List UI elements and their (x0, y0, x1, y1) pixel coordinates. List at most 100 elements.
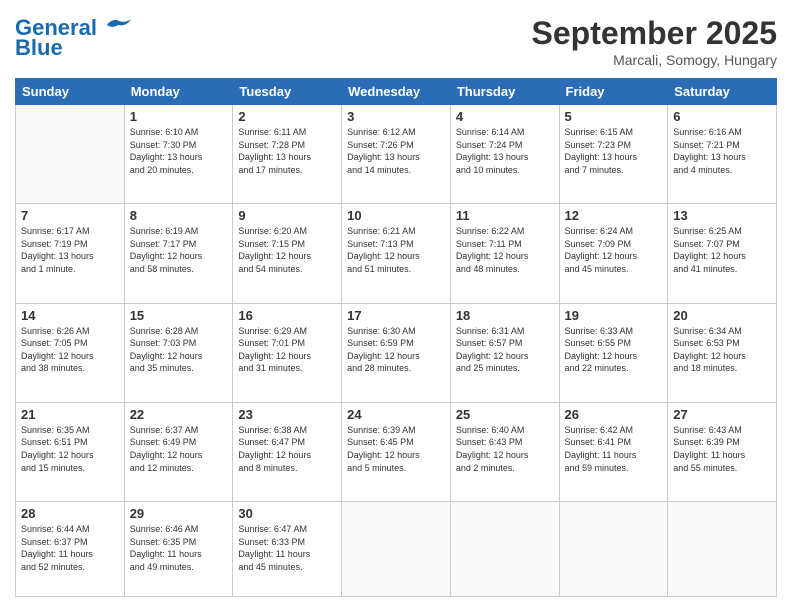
day-info: Sunrise: 6:38 AM Sunset: 6:47 PM Dayligh… (238, 424, 336, 474)
day-info: Sunrise: 6:19 AM Sunset: 7:17 PM Dayligh… (130, 225, 228, 275)
title-block: September 2025 Marcali, Somogy, Hungary (532, 15, 777, 68)
calendar-day-cell: 19Sunrise: 6:33 AM Sunset: 6:55 PM Dayli… (559, 303, 668, 402)
day-number: 28 (21, 506, 119, 521)
calendar-day-cell: 12Sunrise: 6:24 AM Sunset: 7:09 PM Dayli… (559, 204, 668, 303)
calendar-day-cell: 13 Sunrise: 6:25 AM Sunset: 7:07 PM Dayli… (668, 204, 777, 303)
day-number: 6 (673, 109, 771, 124)
day-number: 19 (565, 308, 663, 323)
month-title: September 2025 (532, 15, 777, 52)
day-number: 13 (673, 208, 771, 223)
day-number: 4 (456, 109, 554, 124)
day-info: Sunrise: 6:46 AM Sunset: 6:35 PM Dayligh… (130, 523, 228, 573)
day-info: Sunrise: 6:39 AM Sunset: 6:45 PM Dayligh… (347, 424, 445, 474)
day-info: Sunrise: 6:44 AM Sunset: 6:37 PM Dayligh… (21, 523, 119, 573)
day-info: Sunrise: 6:42 AM Sunset: 6:41 PM Dayligh… (565, 424, 663, 474)
calendar-day-cell (668, 502, 777, 597)
day-info: Sunrise: 6:35 AM Sunset: 6:51 PM Dayligh… (21, 424, 119, 474)
calendar-day-header: Sunday (16, 79, 125, 105)
calendar-day-cell: 11 Sunrise: 6:22 AM Sunset: 7:11 PM Dayli… (450, 204, 559, 303)
calendar-day-cell: 29 Sunrise: 6:46 AM Sunset: 6:35 PM Dayli… (124, 502, 233, 597)
day-number: 22 (130, 407, 228, 422)
day-info: Sunrise: 6:16 AM Sunset: 7:21 PM Dayligh… (673, 126, 771, 176)
calendar-day-cell: 21 Sunrise: 6:35 AM Sunset: 6:51 PM Dayli… (16, 402, 125, 501)
day-number: 29 (130, 506, 228, 521)
day-info: Sunrise: 6:29 AM Sunset: 7:01 PM Dayligh… (238, 325, 336, 375)
day-info: Sunrise: 6:15 AM Sunset: 7:23 PM Dayligh… (565, 126, 663, 176)
calendar-day-cell: 7 Sunrise: 6:17 AM Sunset: 7:19 PM Daylig… (16, 204, 125, 303)
calendar-day-cell: 8 Sunrise: 6:19 AM Sunset: 7:17 PM Daylig… (124, 204, 233, 303)
day-info: Sunrise: 6:26 AM Sunset: 7:05 PM Dayligh… (21, 325, 119, 375)
calendar-day-cell (16, 105, 125, 204)
day-number: 17 (347, 308, 445, 323)
day-number: 7 (21, 208, 119, 223)
logo-bird-icon (105, 15, 133, 35)
logo: General Blue (15, 15, 134, 60)
calendar-day-cell: 20 Sunrise: 6:34 AM Sunset: 6:53 PM Dayli… (668, 303, 777, 402)
day-info: Sunrise: 6:24 AM Sunset: 7:09 PM Dayligh… (565, 225, 663, 275)
day-number: 24 (347, 407, 445, 422)
day-number: 8 (130, 208, 228, 223)
calendar-day-header: Friday (559, 79, 668, 105)
day-number: 27 (673, 407, 771, 422)
day-number: 11 (456, 208, 554, 223)
calendar-day-header: Tuesday (233, 79, 342, 105)
day-info: Sunrise: 6:25 AM Sunset: 7:07 PM Dayligh… (673, 225, 771, 275)
calendar-day-cell: 5Sunrise: 6:15 AM Sunset: 7:23 PM Daylig… (559, 105, 668, 204)
day-number: 30 (238, 506, 336, 521)
day-number: 10 (347, 208, 445, 223)
day-number: 26 (565, 407, 663, 422)
day-number: 1 (130, 109, 228, 124)
calendar-day-cell: 6 Sunrise: 6:16 AM Sunset: 7:21 PM Daylig… (668, 105, 777, 204)
day-info: Sunrise: 6:14 AM Sunset: 7:24 PM Dayligh… (456, 126, 554, 176)
day-number: 16 (238, 308, 336, 323)
calendar-day-cell: 28 Sunrise: 6:44 AM Sunset: 6:37 PM Dayli… (16, 502, 125, 597)
calendar-day-cell: 24 Sunrise: 6:39 AM Sunset: 6:45 PM Dayli… (342, 402, 451, 501)
calendar-day-cell (342, 502, 451, 597)
page: General Blue September 2025 Marcali, Som… (0, 0, 792, 612)
calendar-day-header: Monday (124, 79, 233, 105)
calendar-week-row: 14 Sunrise: 6:26 AM Sunset: 7:05 PM Dayli… (16, 303, 777, 402)
calendar-day-cell: 27 Sunrise: 6:43 AM Sunset: 6:39 PM Dayli… (668, 402, 777, 501)
calendar-day-cell (450, 502, 559, 597)
day-number: 18 (456, 308, 554, 323)
day-info: Sunrise: 6:20 AM Sunset: 7:15 PM Dayligh… (238, 225, 336, 275)
calendar-day-cell: 1 Sunrise: 6:10 AM Sunset: 7:30 PM Daylig… (124, 105, 233, 204)
calendar-day-cell: 15Sunrise: 6:28 AM Sunset: 7:03 PM Dayli… (124, 303, 233, 402)
calendar-day-cell: 18Sunrise: 6:31 AM Sunset: 6:57 PM Dayli… (450, 303, 559, 402)
header: General Blue September 2025 Marcali, Som… (15, 15, 777, 68)
calendar-day-cell: 26 Sunrise: 6:42 AM Sunset: 6:41 PM Dayli… (559, 402, 668, 501)
day-number: 25 (456, 407, 554, 422)
calendar-day-cell (559, 502, 668, 597)
day-number: 20 (673, 308, 771, 323)
calendar-week-row: 21 Sunrise: 6:35 AM Sunset: 6:51 PM Dayli… (16, 402, 777, 501)
calendar-day-cell: 17 Sunrise: 6:30 AM Sunset: 6:59 PM Dayli… (342, 303, 451, 402)
calendar-week-row: 1 Sunrise: 6:10 AM Sunset: 7:30 PM Daylig… (16, 105, 777, 204)
calendar-week-row: 28 Sunrise: 6:44 AM Sunset: 6:37 PM Dayli… (16, 502, 777, 597)
day-number: 23 (238, 407, 336, 422)
day-info: Sunrise: 6:21 AM Sunset: 7:13 PM Dayligh… (347, 225, 445, 275)
calendar-day-cell: 23 Sunrise: 6:38 AM Sunset: 6:47 PM Dayli… (233, 402, 342, 501)
calendar-day-cell: 3Sunrise: 6:12 AM Sunset: 7:26 PM Daylig… (342, 105, 451, 204)
day-number: 9 (238, 208, 336, 223)
calendar-day-header: Saturday (668, 79, 777, 105)
day-info: Sunrise: 6:22 AM Sunset: 7:11 PM Dayligh… (456, 225, 554, 275)
day-info: Sunrise: 6:47 AM Sunset: 6:33 PM Dayligh… (238, 523, 336, 573)
day-info: Sunrise: 6:34 AM Sunset: 6:53 PM Dayligh… (673, 325, 771, 375)
day-number: 14 (21, 308, 119, 323)
calendar-day-header: Wednesday (342, 79, 451, 105)
calendar-week-row: 7 Sunrise: 6:17 AM Sunset: 7:19 PM Daylig… (16, 204, 777, 303)
day-info: Sunrise: 6:43 AM Sunset: 6:39 PM Dayligh… (673, 424, 771, 474)
calendar-day-cell: 14 Sunrise: 6:26 AM Sunset: 7:05 PM Dayli… (16, 303, 125, 402)
day-number: 21 (21, 407, 119, 422)
calendar-day-cell: 4 Sunrise: 6:14 AM Sunset: 7:24 PM Daylig… (450, 105, 559, 204)
day-info: Sunrise: 6:40 AM Sunset: 6:43 PM Dayligh… (456, 424, 554, 474)
day-info: Sunrise: 6:11 AM Sunset: 7:28 PM Dayligh… (238, 126, 336, 176)
day-info: Sunrise: 6:10 AM Sunset: 7:30 PM Dayligh… (130, 126, 228, 176)
calendar-day-cell: 9 Sunrise: 6:20 AM Sunset: 7:15 PM Daylig… (233, 204, 342, 303)
day-info: Sunrise: 6:17 AM Sunset: 7:19 PM Dayligh… (21, 225, 119, 275)
location: Marcali, Somogy, Hungary (532, 52, 777, 68)
calendar-day-cell: 10 Sunrise: 6:21 AM Sunset: 7:13 PM Dayli… (342, 204, 451, 303)
day-number: 15 (130, 308, 228, 323)
day-info: Sunrise: 6:30 AM Sunset: 6:59 PM Dayligh… (347, 325, 445, 375)
calendar-table: SundayMondayTuesdayWednesdayThursdayFrid… (15, 78, 777, 597)
